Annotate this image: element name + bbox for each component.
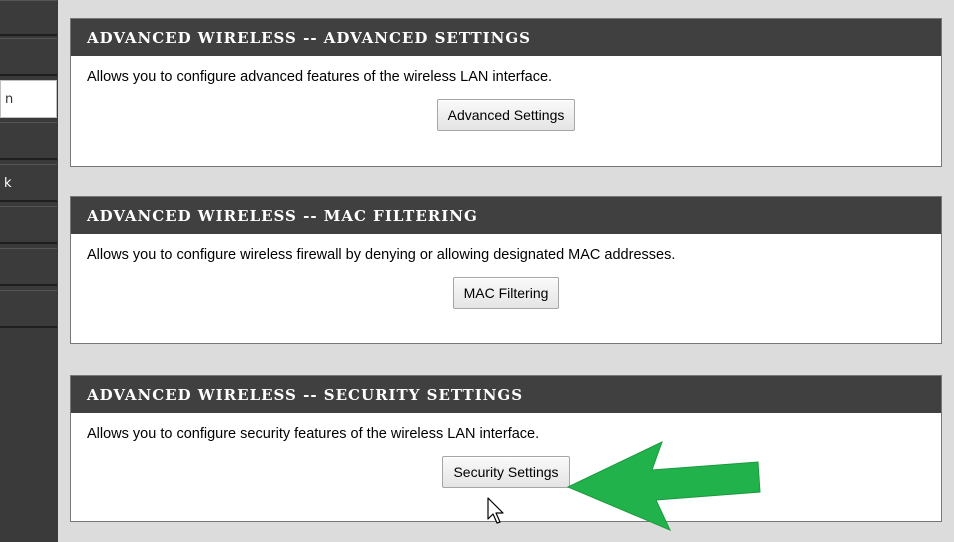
panel-title: ADVANCED WIRELESS -- ADVANCED SETTINGS [71,19,941,56]
sidebar-item-active[interactable]: n [0,80,57,118]
sidebar-item[interactable] [0,0,57,36]
mac-filtering-panel: ADVANCED WIRELESS -- MAC FILTERING Allow… [70,196,942,344]
mac-filtering-button[interactable]: MAC Filtering [452,277,560,309]
sidebar-item[interactable] [0,122,57,160]
security-settings-panel: ADVANCED WIRELESS -- SECURITY SETTINGS A… [70,375,942,522]
panel-description: Allows you to configure advanced feature… [87,69,553,85]
panel-description: Allows you to configure security feature… [87,426,540,442]
sidebar-item[interactable] [0,206,57,244]
sidebar-menu: n k [0,0,59,542]
advanced-settings-panel: ADVANCED WIRELESS -- ADVANCED SETTINGS A… [70,18,942,167]
green-arrow-icon [566,441,761,531]
panel-description: Allows you to configure wireless firewal… [87,247,676,263]
main-content: ADVANCED WIRELESS -- ADVANCED SETTINGS A… [58,0,954,542]
sidebar-item[interactable]: k [0,164,57,202]
panel-title: ADVANCED WIRELESS -- SECURITY SETTINGS [71,376,941,413]
advanced-settings-button[interactable]: Advanced Settings [436,99,576,131]
sidebar-item[interactable] [0,248,57,286]
security-settings-button[interactable]: Security Settings [442,456,570,488]
sidebar-item[interactable] [0,290,57,328]
mouse-pointer-icon [487,497,504,524]
panel-title: ADVANCED WIRELESS -- MAC FILTERING [71,197,941,234]
sidebar-item-label: n [5,92,14,107]
sidebar-item[interactable] [0,38,57,76]
sidebar-item-label: k [4,176,12,191]
